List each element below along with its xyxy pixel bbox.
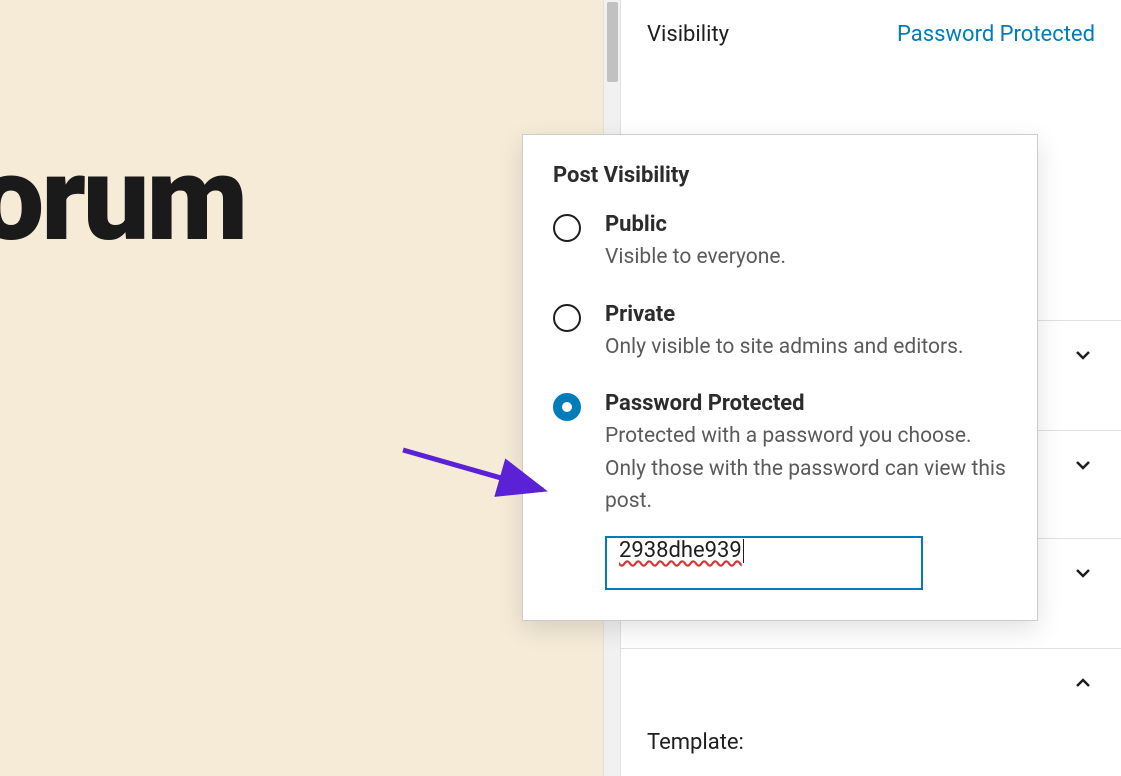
option-label: Public: [605, 212, 1007, 237]
visibility-value-link[interactable]: Password Protected: [897, 22, 1095, 47]
option-description: Visible to everyone.: [605, 241, 1007, 274]
option-description: Protected with a password you choose. On…: [605, 420, 1007, 518]
option-label: Private: [605, 302, 1007, 327]
chevron-down-icon: [1071, 453, 1095, 477]
template-label: Template:: [621, 730, 1121, 755]
post-visibility-popover: Post Visibility Public Visible to everyo…: [522, 134, 1038, 621]
radio-icon-selected: [553, 393, 581, 421]
chevron-down-icon: [1071, 343, 1095, 367]
visibility-row: Visibility Password Protected: [621, 0, 1121, 69]
password-input[interactable]: 2938dhe939: [605, 536, 923, 590]
radio-icon: [553, 214, 581, 242]
visibility-option-public[interactable]: Public Visible to everyone.: [553, 212, 1007, 274]
chevron-up-icon: [1071, 671, 1095, 695]
visibility-option-private[interactable]: Private Only visible to site admins and …: [553, 302, 1007, 364]
visibility-label: Visibility: [647, 22, 729, 47]
option-label: Password Protected: [605, 391, 1007, 416]
radio-icon: [553, 304, 581, 332]
sidebar-panel-4[interactable]: [621, 648, 1121, 716]
scrollbar-thumb[interactable]: [607, 2, 618, 82]
post-title[interactable]: nly Forum: [0, 130, 245, 268]
chevron-down-icon: [1071, 561, 1095, 585]
editor-canvas[interactable]: nly Forum in the field below.: [0, 0, 603, 776]
option-description: Only visible to site admins and editors.: [605, 331, 1007, 364]
popover-title: Post Visibility: [553, 163, 1007, 188]
visibility-option-password[interactable]: Password Protected Protected with a pass…: [553, 391, 1007, 590]
